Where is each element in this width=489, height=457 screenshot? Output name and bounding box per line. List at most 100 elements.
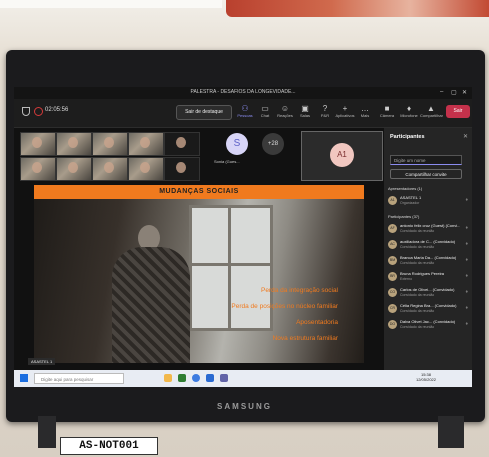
video-tile[interactable] bbox=[128, 132, 164, 156]
excel-icon[interactable] bbox=[178, 374, 186, 382]
camera-label: Câmera bbox=[379, 113, 395, 118]
people-button[interactable]: ⚇ Pessoas bbox=[234, 104, 256, 118]
more-label: Mais bbox=[360, 113, 370, 118]
self-avatar: A1 bbox=[330, 143, 354, 167]
video-tile[interactable] bbox=[128, 157, 164, 181]
video-tile[interactable] bbox=[164, 157, 200, 181]
taskbar-search-input[interactable]: Digite aqui para pesquisar bbox=[34, 373, 124, 384]
rooms-label: Salas bbox=[299, 113, 310, 118]
window-title: PALESTRA - DESAFIOS DA LONGEVIDADE... bbox=[190, 89, 296, 95]
share-button[interactable]: ▲ Compartilhar bbox=[420, 104, 443, 118]
avatar: AF bbox=[388, 224, 397, 233]
mic-off-icon: ♦ bbox=[465, 305, 468, 311]
attendee-row[interactable]: CR Célia Regina Bra... (Convidado) Convida… bbox=[388, 302, 468, 316]
more-button[interactable]: … Mais bbox=[354, 104, 376, 118]
apps-icon: + bbox=[342, 104, 348, 113]
recording-icon bbox=[34, 107, 43, 116]
apps-button[interactable]: + Aplicativos bbox=[334, 104, 356, 118]
presenter-row[interactable]: A1 ASASTEL 1 Organizador ♦ bbox=[388, 194, 468, 208]
chrome-icon[interactable] bbox=[192, 374, 200, 382]
mic-off-icon: ♦ bbox=[465, 225, 468, 231]
microphone-icon: ♦ bbox=[465, 197, 468, 203]
slide-title: MUDANÇAS SOCIAIS bbox=[159, 188, 239, 195]
wall-photo bbox=[226, 0, 489, 17]
attendee-row[interactable]: AC auxiliadora de C... (Convidado) Convida… bbox=[388, 238, 468, 252]
attendee-row[interactable]: DO Dalva Olivet Jac... (Convidado) Convida… bbox=[388, 318, 468, 332]
presenters-header[interactable]: Apresentadores (1) bbox=[388, 186, 422, 191]
rooms-button[interactable]: ▣ Salas bbox=[294, 104, 316, 118]
video-tile[interactable] bbox=[164, 132, 200, 156]
close-icon[interactable]: ✕ bbox=[462, 89, 467, 96]
word-icon[interactable] bbox=[206, 374, 214, 382]
person-body bbox=[112, 247, 190, 363]
mic-off-icon: ♦ bbox=[465, 289, 468, 295]
avatar: AC bbox=[388, 240, 397, 249]
mic-off-icon: ♦ bbox=[465, 321, 468, 327]
attendee-row[interactable]: BR Bruna Rodrigues Pereira Externo ♦ bbox=[388, 270, 468, 284]
video-tile[interactable] bbox=[56, 132, 92, 156]
avatar: A1 bbox=[388, 196, 397, 205]
meeting-timer: 02:05:56 bbox=[45, 107, 69, 113]
video-tile[interactable] bbox=[56, 157, 92, 181]
system-clock[interactable]: 15:38 12/05/2022 bbox=[416, 372, 436, 382]
participant-role: Convidado da reunião bbox=[400, 245, 435, 249]
participant-name: Dalva Olivet Jac... (Convidado) bbox=[400, 319, 456, 324]
mic-off-icon: ♦ bbox=[465, 257, 468, 263]
title-bar: PALESTRA - DESAFIOS DA LONGEVIDADE... – … bbox=[14, 87, 472, 99]
maximize-icon[interactable]: ▢ bbox=[451, 89, 457, 96]
qa-button[interactable]: ? P&R bbox=[314, 104, 336, 118]
windows-start-icon[interactable] bbox=[20, 374, 28, 382]
chat-icon: ▭ bbox=[261, 104, 269, 113]
slide-person-image bbox=[104, 225, 192, 363]
attendees-header[interactable]: Participantes (37) bbox=[388, 214, 419, 219]
slide-window-image bbox=[189, 205, 273, 331]
chat-label: Chat bbox=[260, 113, 270, 118]
leave-button[interactable]: Sair bbox=[446, 105, 470, 118]
shared-slide: MUDANÇAS SOCIAIS Perda da integração soc… bbox=[34, 185, 364, 363]
participant-role: Convidado da reunião bbox=[400, 325, 435, 329]
slide-bullet: Perda de posições no núcleo familiar bbox=[231, 303, 338, 310]
people-icon: ⚇ bbox=[241, 104, 249, 113]
monitor-stand-left bbox=[38, 416, 56, 448]
share-icon: ▲ bbox=[427, 104, 435, 113]
reactions-icon: ☺ bbox=[280, 104, 290, 113]
meeting-stage: S Sonia (Gues... +28 A1 MUDANÇAS SOCIAIS… bbox=[14, 128, 384, 370]
close-icon[interactable]: ✕ bbox=[463, 133, 468, 140]
video-tile[interactable] bbox=[20, 132, 56, 156]
participant-role: Convidado da reunião bbox=[400, 229, 435, 233]
chat-button[interactable]: ▭ Chat bbox=[254, 104, 276, 118]
monitor-brand: SAMSUNG bbox=[217, 402, 272, 411]
avatar: DO bbox=[388, 320, 397, 329]
microphone-icon: ♦ bbox=[406, 104, 412, 113]
avatar: BM bbox=[388, 256, 397, 265]
microphone-button[interactable]: ♦ Microfone bbox=[398, 104, 420, 118]
video-tile[interactable] bbox=[20, 157, 56, 181]
file-explorer-icon[interactable] bbox=[164, 374, 172, 382]
share-invite-button[interactable]: Compartilhar convite bbox=[390, 169, 462, 179]
participant-name: auxiliadora de C... (Convidado) bbox=[400, 239, 456, 244]
camera-button[interactable]: ■ Câmera bbox=[376, 104, 398, 118]
asset-tag-label: AS-NOT001 bbox=[60, 437, 158, 455]
video-tile[interactable] bbox=[92, 132, 128, 156]
participant-role: Convidado da reunião bbox=[400, 309, 435, 313]
reactions-button[interactable]: ☺ Reações bbox=[274, 104, 296, 118]
attendee-row[interactable]: BM Branca Maria Da... (Convidado) Convidad… bbox=[388, 254, 468, 268]
shield-icon bbox=[22, 107, 30, 116]
participant-name: Sonia (Gues... bbox=[214, 159, 240, 164]
more-participants-button[interactable]: +28 bbox=[262, 133, 284, 155]
teams-icon[interactable] bbox=[220, 374, 228, 382]
attendee-row[interactable]: CO Carlos de Olivei... (Convidado) Convida… bbox=[388, 286, 468, 300]
participant-role: Externo bbox=[400, 277, 413, 281]
leave-spotlight-button[interactable]: Sair de destaque bbox=[176, 105, 232, 120]
minimize-icon[interactable]: – bbox=[440, 89, 443, 95]
presenter-name-tag: ASASTEL 1 bbox=[28, 358, 56, 365]
participant-search-input[interactable]: Digite um nome bbox=[390, 155, 462, 165]
participant-name: Carlos de Olivei... (Convidado) bbox=[400, 287, 455, 292]
self-view[interactable]: A1 bbox=[301, 131, 383, 181]
participant-avatar[interactable]: S bbox=[226, 133, 248, 155]
panel-title: Participantes bbox=[390, 134, 425, 140]
video-tile[interactable] bbox=[92, 157, 128, 181]
participant-role: Convidado da reunião bbox=[400, 261, 435, 265]
attendee-row[interactable]: AF antonio felix cruz (Guest) (Convi... Co… bbox=[388, 222, 468, 236]
slide-bullet: Nova estrutura familiar bbox=[272, 335, 338, 342]
